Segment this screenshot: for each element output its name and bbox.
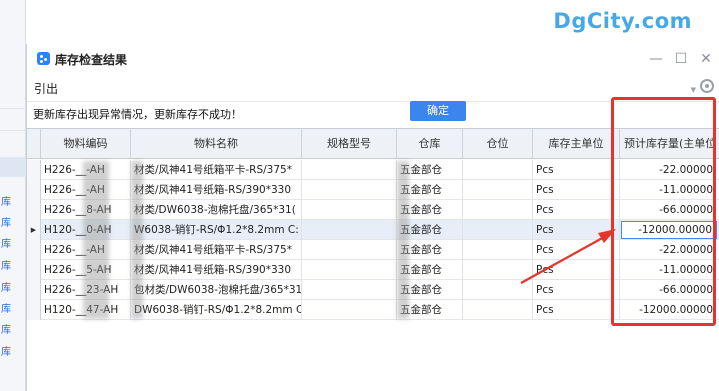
material-name-cell: 材类/DW6038-泡棉托盘/365*31(	[131, 200, 302, 220]
material-name-cell: 材类/风神41号纸箱平卡-RS/375*	[131, 240, 302, 260]
column-header[interactable]: 规格型号	[302, 129, 397, 159]
export-menu[interactable]: 引出	[34, 80, 58, 97]
unit-cell: Pcs	[533, 220, 620, 240]
minimize-button[interactable]: —	[646, 49, 666, 69]
background-link[interactable]: 库	[0, 258, 26, 276]
chevron-down-icon[interactable]: ▼	[691, 86, 696, 94]
location-cell	[463, 260, 533, 280]
location-cell	[463, 280, 533, 300]
redaction-smudge	[83, 161, 109, 319]
spec-cell	[302, 220, 397, 240]
window-title: 库存检查结果	[55, 53, 128, 67]
location-cell	[463, 200, 533, 220]
background-link[interactable]: 库	[0, 236, 26, 254]
material-name-cell: 材类/风神41号纸箱-RS/390*330	[131, 260, 302, 280]
column-header[interactable]: 物料名称	[131, 129, 302, 159]
material-name-cell: 材类/风神41号纸箱-RS/390*330	[131, 180, 302, 200]
location-cell	[463, 240, 533, 260]
spec-cell	[302, 160, 397, 180]
material-name-cell: 材类/风神41号纸箱平卡-RS/375*	[131, 160, 302, 180]
spec-cell	[302, 300, 397, 320]
background-link[interactable]: 库	[0, 344, 26, 362]
redaction-smudge	[397, 161, 409, 319]
row-header[interactable]	[27, 300, 41, 320]
column-header[interactable]: 库存主单位	[533, 129, 620, 159]
row-header[interactable]	[27, 240, 41, 260]
row-pointer-icon[interactable]: ▶	[27, 220, 41, 240]
spec-cell	[302, 280, 397, 300]
unit-cell: Pcs	[533, 200, 620, 220]
location-cell	[463, 220, 533, 240]
close-button[interactable]: ✕	[696, 49, 716, 69]
location-cell	[463, 160, 533, 180]
error-message: 更新库存出现异常情况，更新库存不成功！	[33, 108, 242, 121]
material-name-cell: DW6038-销钉-RS/Φ1.2*8.2mm C:	[131, 300, 302, 320]
row-header[interactable]	[27, 280, 41, 300]
gear-icon[interactable]	[700, 79, 714, 93]
unit-cell: Pcs	[533, 180, 620, 200]
background-link[interactable]: 库	[0, 280, 26, 298]
app-icon	[37, 52, 50, 65]
spec-cell	[302, 240, 397, 260]
watermark: DgCity.com	[553, 9, 692, 33]
unit-cell: Pcs	[533, 300, 620, 320]
row-header[interactable]	[27, 200, 41, 220]
row-header-corner	[27, 129, 41, 159]
unit-cell: Pcs	[533, 240, 620, 260]
background-link[interactable]: 库	[0, 322, 26, 340]
annotation-box	[611, 97, 716, 326]
unit-cell: Pcs	[533, 280, 620, 300]
unit-cell: Pcs	[533, 260, 620, 280]
row-header[interactable]	[27, 180, 41, 200]
background-link[interactable]: 库	[0, 301, 26, 319]
material-name-cell: 包材类/DW6038-泡棉托盘/365*31(	[131, 280, 302, 300]
location-cell	[463, 300, 533, 320]
background-divider	[0, 130, 26, 131]
screen: 库 库 库 库 库 库 库 库 DgCity.com 库存检查结果 — ☐ ✕ …	[0, 0, 719, 391]
background-app-sidebar: 库 库 库 库 库 库 库 库	[0, 0, 26, 391]
redaction-smudge	[131, 161, 143, 319]
spec-cell	[302, 200, 397, 220]
spec-cell	[302, 260, 397, 280]
background-link[interactable]: 库	[0, 194, 26, 212]
column-header[interactable]: 仓库	[397, 129, 463, 159]
location-cell	[463, 180, 533, 200]
maximize-button[interactable]: ☐	[671, 49, 691, 69]
column-header[interactable]: 物料编码	[41, 129, 131, 159]
material-name-cell: W6038-销钉-RS/Φ1.2*8.2mm C:	[131, 220, 302, 240]
row-header[interactable]	[27, 160, 41, 180]
background-highlight	[0, 157, 26, 177]
column-header[interactable]: 仓位	[463, 129, 533, 159]
row-header[interactable]	[27, 260, 41, 280]
unit-cell: Pcs	[533, 160, 620, 180]
title-bar: 库存检查结果 — ☐ ✕	[27, 44, 719, 74]
background-link[interactable]: 库	[0, 215, 26, 233]
spec-cell	[302, 180, 397, 200]
background-divider	[0, 108, 26, 109]
confirm-button[interactable]: 确定	[410, 101, 466, 121]
